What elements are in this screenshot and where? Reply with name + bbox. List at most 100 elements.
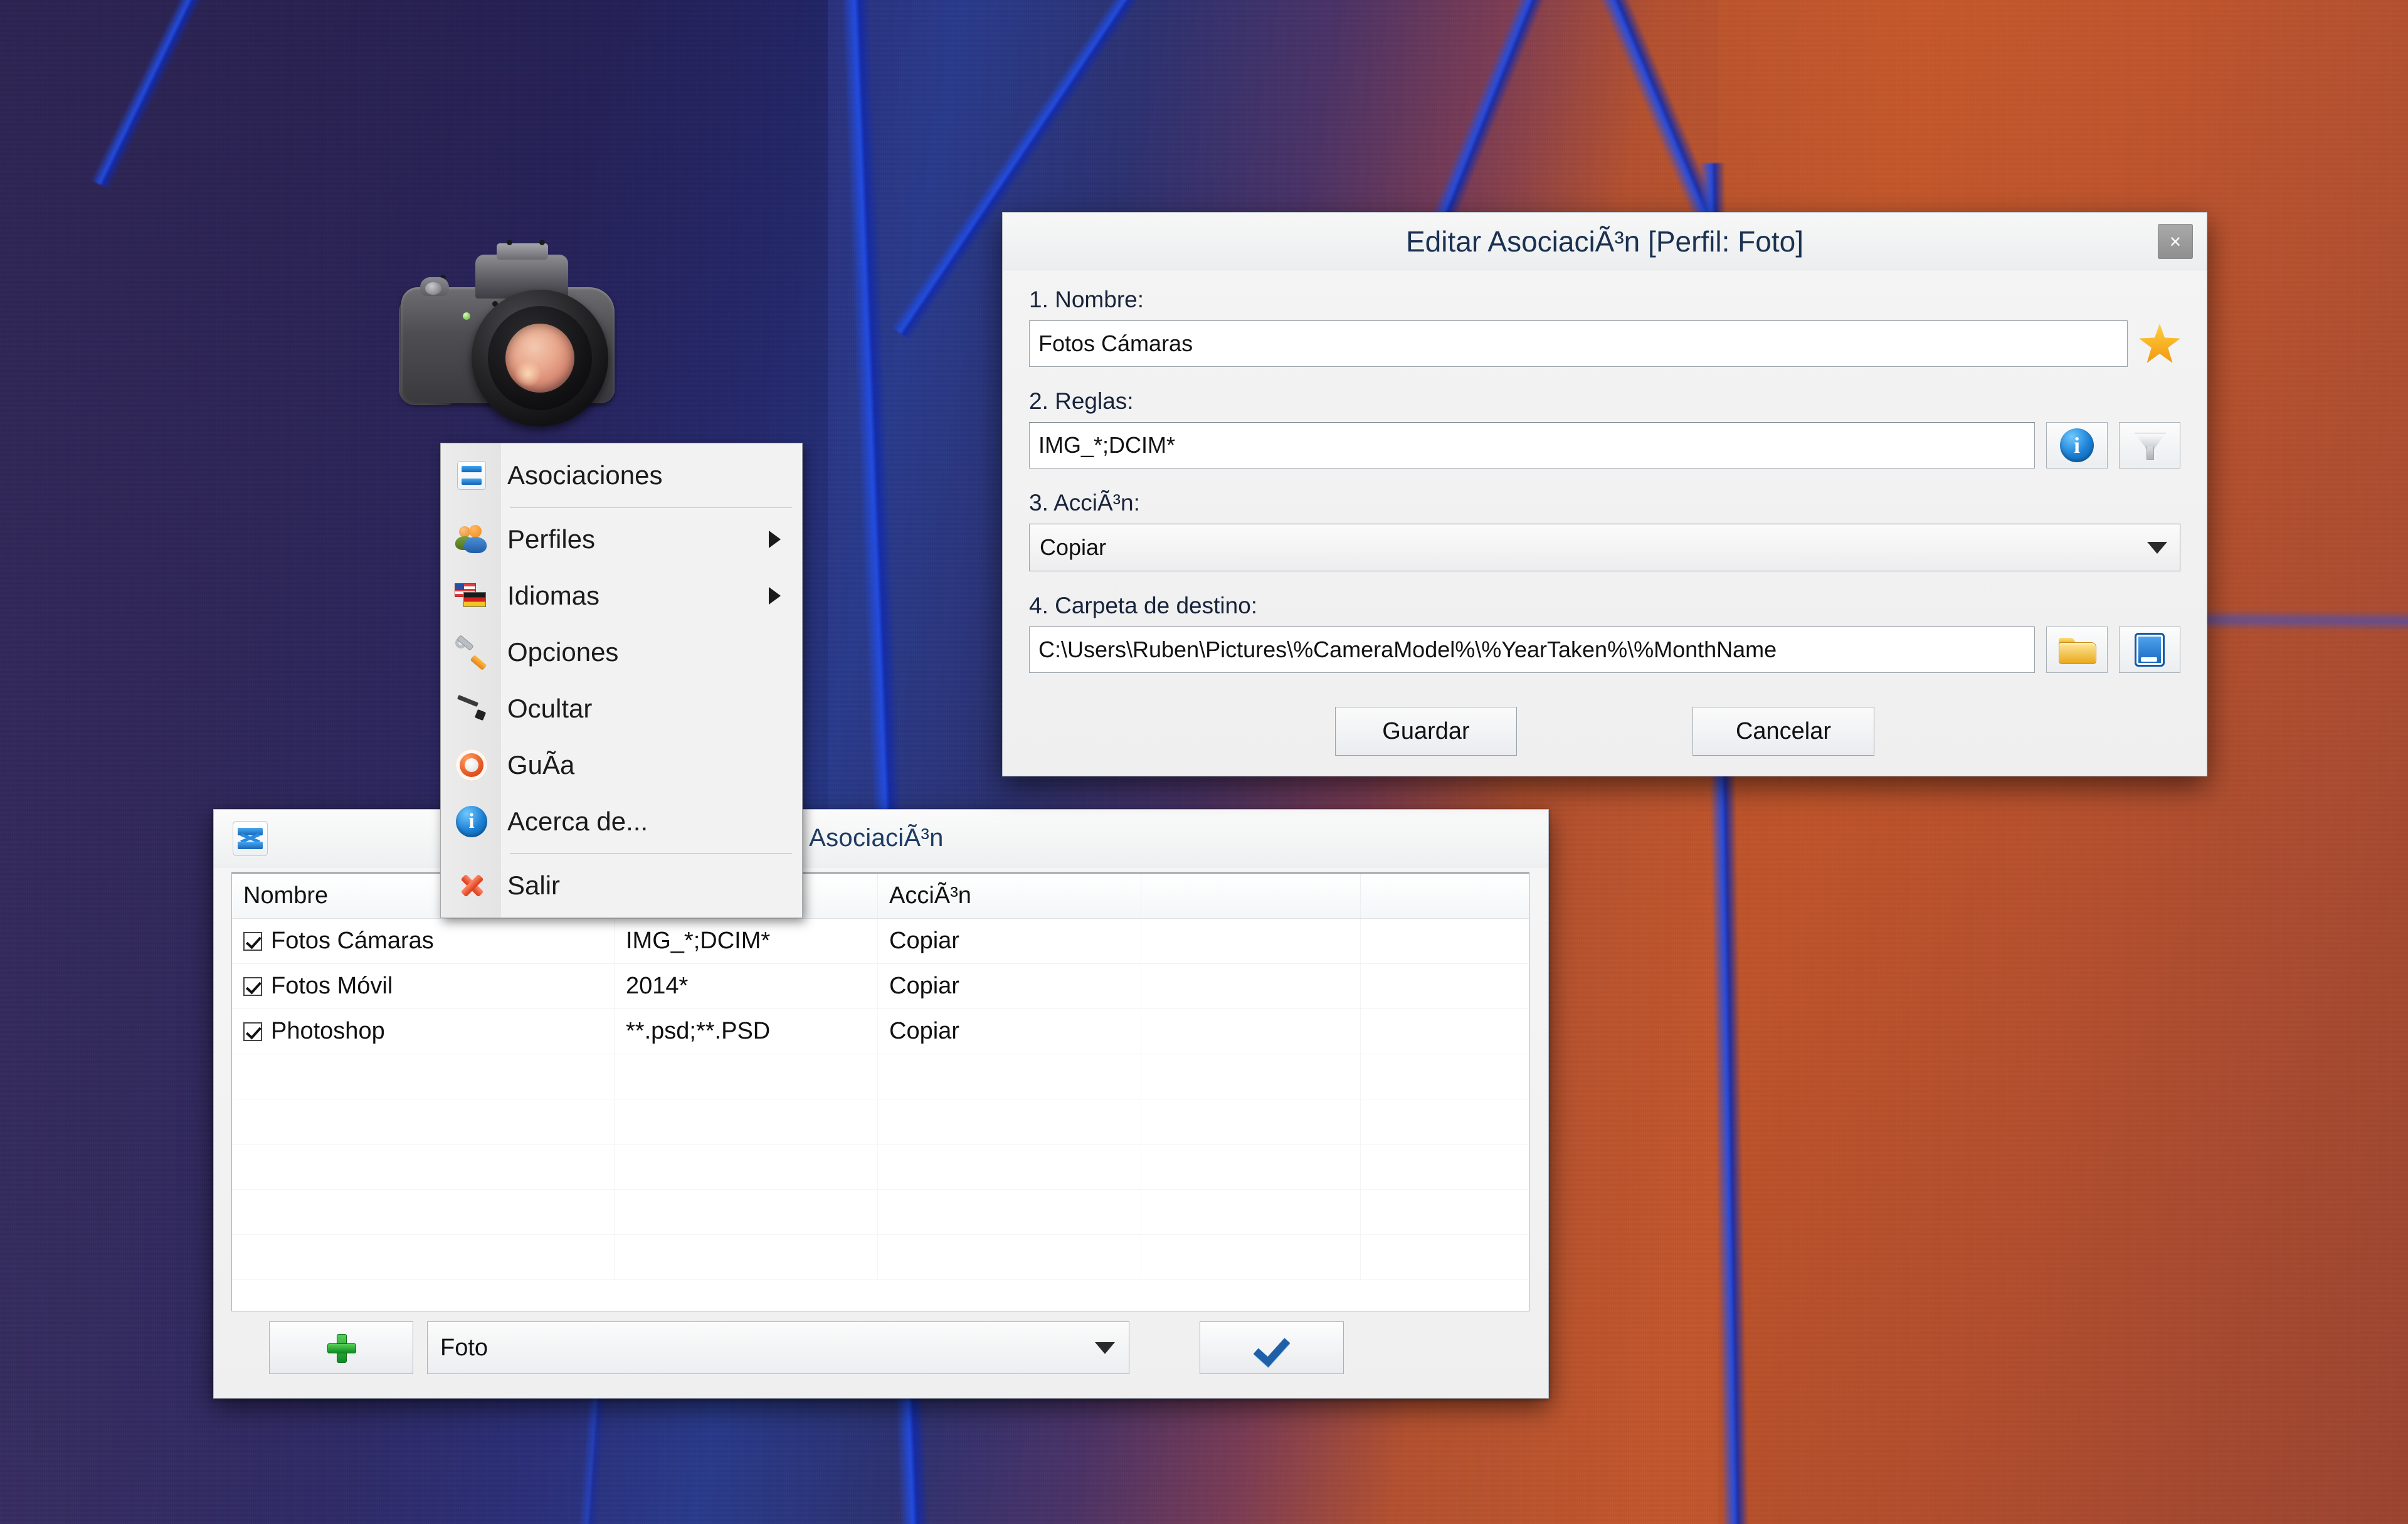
menu-item-opciones[interactable]: Opciones	[441, 624, 802, 680]
submenu-arrow-icon	[769, 531, 781, 548]
users-icon	[453, 521, 490, 558]
row-extra-1	[1141, 964, 1361, 1008]
menu-item-label: Opciones	[507, 637, 619, 667]
column-header-accion[interactable]: AcciÃ³n	[878, 874, 1141, 918]
table-row-empty[interactable]	[232, 1145, 1529, 1190]
associations-toolbar: Foto	[231, 1316, 1529, 1379]
hide-arrow-icon	[453, 691, 490, 727]
row-action: Copiar	[878, 1009, 1141, 1054]
name-input[interactable]: Fotos Cámaras	[1029, 320, 2128, 367]
info-icon: i	[453, 803, 490, 840]
associations-window[interactable]: Administrar AsociaciÃ³n Nombre AcciÃ³n F…	[213, 809, 1549, 1399]
folder-row: C:\Users\Ruben\Pictures\%CameraModel%\%Y…	[1029, 627, 2180, 673]
menu-separator	[510, 507, 792, 508]
dialog-titlebar[interactable]: Editar AsociaciÃ³n [Perfil: Foto] ×	[1003, 213, 2207, 270]
folder-input[interactable]: C:\Users\Ruben\Pictures\%CameraModel%\%Y…	[1029, 627, 2035, 673]
associations-table[interactable]: Nombre AcciÃ³n Fotos Cámaras IMG_*;DCIM*…	[231, 872, 1529, 1311]
lifering-help-icon	[453, 747, 490, 783]
row-action: Copiar	[878, 964, 1141, 1008]
profile-select[interactable]: Foto	[427, 1321, 1129, 1374]
edit-association-dialog[interactable]: Editar AsociaciÃ³n [Perfil: Foto] × 1. N…	[1002, 212, 2207, 776]
row-name: Fotos Cámaras	[271, 928, 434, 954]
table-row-empty[interactable]	[232, 1235, 1529, 1280]
row-extra-2	[1361, 964, 1529, 1008]
menu-item-salir[interactable]: Salir	[441, 857, 802, 914]
tray-context-menu[interactable]: Asociaciones Perfiles Idiomas Opciones O…	[440, 443, 803, 918]
camera-lens-inner	[488, 306, 592, 410]
row-action: Copiar	[878, 919, 1141, 963]
camera-dot	[539, 240, 545, 245]
star-icon[interactable]	[2139, 324, 2180, 363]
rules-info-button[interactable]: i	[2046, 422, 2108, 468]
name-label: 1. Nombre:	[1029, 287, 1144, 312]
camera-led	[463, 312, 470, 320]
row-name: Photoshop	[271, 1018, 385, 1044]
row-checkbox[interactable]	[243, 976, 262, 996]
folder-browse-button[interactable]	[2046, 627, 2108, 673]
table-row-empty[interactable]	[232, 1190, 1529, 1235]
menu-item-label: GuÃ­a	[507, 750, 575, 780]
row-checkbox[interactable]	[243, 1022, 262, 1041]
menu-item-asociaciones[interactable]: Asociaciones	[441, 447, 802, 504]
column-header-extra-2[interactable]	[1361, 874, 1529, 918]
chevron-down-icon	[2147, 541, 2167, 554]
row-rule: **.psd;**.PSD	[615, 1009, 878, 1054]
row-rule: IMG_*;DCIM*	[615, 919, 878, 963]
menu-item-label: Perfiles	[507, 524, 596, 554]
camera-lens	[472, 290, 608, 426]
menu-item-ocultar[interactable]: Ocultar	[441, 680, 802, 737]
table-row[interactable]: Fotos Móvil 2014* Copiar	[232, 964, 1529, 1009]
name-row: Fotos Cámaras	[1029, 320, 2180, 367]
associations-window-titlebar[interactable]: Administrar AsociaciÃ³n	[214, 810, 1548, 867]
menu-item-guia[interactable]: GuÃ­a	[441, 737, 802, 793]
camera-lens-glass	[505, 324, 574, 393]
camera-shutter-button	[425, 282, 441, 295]
table-row[interactable]: Fotos Cámaras IMG_*;DCIM* Copiar	[232, 919, 1529, 964]
rules-filter-button[interactable]	[2119, 422, 2180, 468]
profile-select-value: Foto	[440, 1334, 488, 1361]
folder-book-button[interactable]	[2119, 627, 2180, 673]
close-icon[interactable]: ×	[2158, 224, 2193, 259]
table-row-empty[interactable]	[232, 1054, 1529, 1099]
association-icon	[233, 820, 268, 856]
menu-item-perfiles[interactable]: Perfiles	[441, 511, 802, 568]
menu-separator	[510, 853, 792, 854]
action-select[interactable]: Copiar	[1029, 524, 2180, 571]
row-extra-1	[1141, 1009, 1361, 1054]
dialog-body: 1. Nombre: Fotos Cámaras 2. Reglas: IMG_…	[1003, 270, 2207, 756]
dialog-buttons: Guardar Cancelar	[1029, 707, 2180, 756]
cancel-button[interactable]: Cancelar	[1692, 707, 1874, 756]
save-button[interactable]: Guardar	[1335, 707, 1517, 756]
action-select-value: Copiar	[1040, 534, 1107, 560]
camera-lens-flare	[515, 361, 541, 386]
menu-item-label: Salir	[507, 870, 561, 900]
apply-button[interactable]	[1200, 1321, 1344, 1374]
info-icon: i	[2060, 428, 2094, 462]
row-checkbox[interactable]	[243, 931, 262, 951]
row-rule: 2014*	[615, 964, 878, 1008]
folder-icon	[2059, 635, 2096, 664]
blue-book-icon	[2135, 633, 2165, 667]
chevron-down-icon	[1095, 1341, 1115, 1354]
rules-input[interactable]: IMG_*;DCIM*	[1029, 422, 2035, 468]
column-header-extra-1[interactable]	[1141, 874, 1361, 918]
camera-image	[399, 238, 652, 445]
rules-row: IMG_*;DCIM* i	[1029, 422, 2180, 468]
menu-item-label: Ocultar	[507, 694, 593, 723]
menu-item-label: Acerca de...	[507, 807, 648, 836]
menu-item-acerca-de[interactable]: i Acerca de...	[441, 793, 802, 850]
flags-icon	[453, 578, 490, 614]
table-row-empty[interactable]	[232, 1099, 1529, 1145]
row-extra-1	[1141, 919, 1361, 963]
dialog-title: Editar AsociaciÃ³n [Perfil: Foto]	[1405, 225, 1804, 258]
table-row[interactable]: Photoshop **.psd;**.PSD Copiar	[232, 1009, 1529, 1054]
plus-icon	[327, 1334, 356, 1363]
row-extra-2	[1361, 919, 1529, 963]
submenu-arrow-icon	[769, 587, 781, 605]
rules-label: 2. Reglas:	[1029, 388, 1134, 414]
add-association-button[interactable]	[269, 1321, 413, 1374]
menu-item-idiomas[interactable]: Idiomas	[441, 568, 802, 624]
row-name: Fotos Móvil	[271, 973, 393, 999]
wrench-screwdriver-icon	[453, 634, 490, 671]
exit-x-icon	[453, 867, 490, 904]
